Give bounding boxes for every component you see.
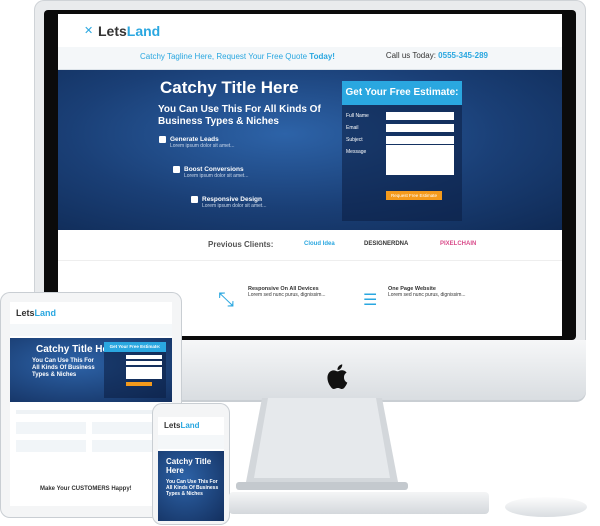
- tools-icon: ✕: [84, 25, 94, 37]
- clients-label: Previous Clients:: [208, 240, 274, 249]
- expand-arrows-icon: ⤡: [218, 289, 234, 311]
- client-logo: Cloud Idea: [304, 241, 335, 247]
- call-us: Call us Today: 0555-345-289: [385, 51, 488, 60]
- tagline-bar: Catchy Tagline Here, Request Your Free Q…: [58, 47, 562, 70]
- keyboard: [229, 492, 489, 514]
- feature-responsive: Responsive On All Devices Lorem sed nunc…: [248, 286, 326, 298]
- checkbox-icon: [159, 136, 166, 143]
- tablet-features: [16, 410, 166, 482]
- tablet-screen: LetsLand Catchy Title Here You Can Use T…: [10, 302, 172, 506]
- form-title: Get Your Free Estimate:: [342, 81, 462, 105]
- tablet-form: Get Your Free Estimate:: [104, 342, 166, 398]
- layers-icon: ☰: [363, 292, 378, 309]
- apple-icon: [327, 364, 348, 390]
- client-logo: DESIGNERDNA: [364, 241, 409, 247]
- checkbox-icon: [173, 166, 180, 173]
- tablet-logo: LetsLand: [16, 308, 57, 318]
- feature-one-page: One Page Website Lorem sed nunc purus, d…: [388, 286, 466, 298]
- site-header: ✕ LetsLand: [58, 14, 562, 47]
- request-estimate-button[interactable]: Request Free Estimate: [386, 191, 442, 200]
- hero-section: Catchy Title Here You Can Use This For A…: [58, 70, 562, 230]
- tablet-submit-button[interactable]: [126, 382, 152, 386]
- hero-subtitle: You Can Use This For All Kinds Of Busine…: [158, 104, 321, 127]
- tablet-footer-cta: Make Your CUSTOMERS Happy!: [40, 486, 132, 492]
- client-logo: PIXELCHAIN: [440, 241, 477, 247]
- site-logo[interactable]: LetsLand: [98, 23, 160, 39]
- phone-hero: Catchy Title Here You Can Use This For A…: [158, 451, 224, 521]
- tagline: Catchy Tagline Here, Request Your Free Q…: [140, 52, 335, 61]
- imac-screen: ✕ LetsLand Catchy Tagline Here, Request …: [58, 14, 562, 336]
- tablet-hero: Catchy Title Here You Can Use This For A…: [10, 338, 172, 402]
- checkbox-icon: [191, 196, 198, 203]
- hero-title: Catchy Title Here: [160, 78, 299, 97]
- email-field[interactable]: [386, 124, 454, 132]
- full-name-field[interactable]: [386, 112, 454, 120]
- subject-field[interactable]: [386, 136, 454, 144]
- bullet-generate-leads: Generate Leads Lorem ipsum dolor sit ame…: [159, 136, 340, 149]
- phone-screen: LetsLand Catchy Title Here You Can Use T…: [158, 417, 224, 521]
- phone-logo: LetsLand: [164, 421, 200, 430]
- clients-bar: Previous Clients: Cloud Idea DESIGNERDNA…: [58, 230, 562, 261]
- estimate-form: Get Your Free Estimate: Full Name Email …: [342, 81, 462, 221]
- phone: LetsLand Catchy Title Here You Can Use T…: [152, 403, 230, 525]
- imac-stand: [236, 398, 408, 490]
- mouse: [505, 497, 587, 517]
- bullet-boost-conversions: Boost Conversions Lorem ipsum dolor sit …: [173, 166, 354, 179]
- message-field[interactable]: [386, 145, 454, 175]
